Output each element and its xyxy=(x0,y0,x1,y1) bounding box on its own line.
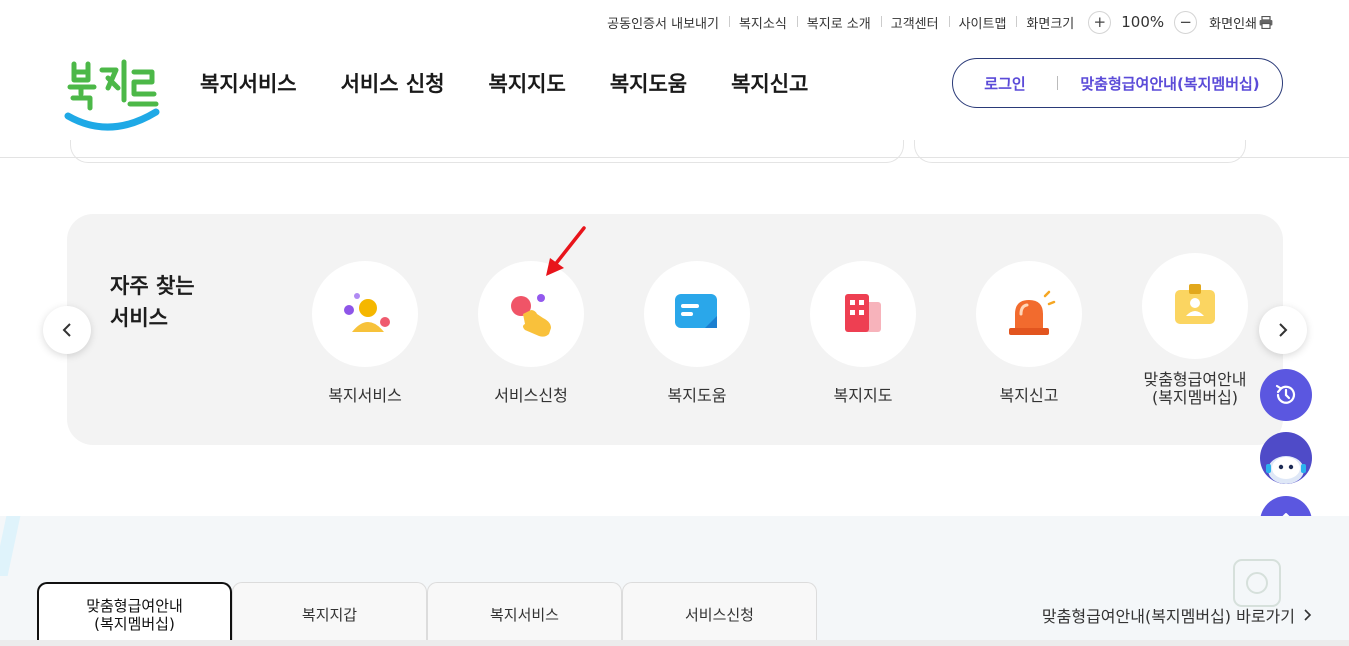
frequent-item-welfare-help[interactable]: 복지도움 xyxy=(627,261,767,405)
util-link-customer-center[interactable]: 고객센터 xyxy=(880,13,949,32)
print-label: 화면인쇄 xyxy=(1209,16,1257,32)
zoom-out-button[interactable]: − xyxy=(1174,10,1198,34)
pattern-icon xyxy=(1233,559,1281,607)
shortcut-label: 맞춤형급여안내(복지멤버십) 바로가기 xyxy=(1041,607,1295,626)
map-building-icon xyxy=(845,294,881,332)
zoom-in-button[interactable]: + xyxy=(1088,10,1112,34)
chatbot-button[interactable] xyxy=(1260,432,1312,484)
frequent-item-welfare-map[interactable]: 복지지도 xyxy=(793,261,933,405)
item-label: 복지지도 xyxy=(833,386,893,405)
search-box-edge xyxy=(70,140,904,163)
main-nav: 복지서비스 서비스 신청 복지지도 복지도움 복지신고 xyxy=(178,68,830,98)
siren-icon xyxy=(1009,290,1056,335)
carousel-next-button[interactable] xyxy=(1259,306,1307,354)
membership-shortcut-link[interactable]: 맞춤형급여안내(복지멤버십) 바로가기 xyxy=(1042,603,1313,627)
chevron-left-icon xyxy=(62,323,71,337)
zoom-value: 100% xyxy=(1121,13,1165,31)
header-divider xyxy=(0,157,1349,158)
item-label: 복지도움 xyxy=(667,386,727,405)
history-button[interactable] xyxy=(1260,369,1312,421)
annotation-arrow xyxy=(546,226,586,276)
site-logo[interactable] xyxy=(64,54,160,140)
frequent-item-welfare-service[interactable]: 복지서비스 xyxy=(295,261,435,405)
people-icon xyxy=(344,293,390,332)
util-link-cert-export[interactable]: 공동인증서 내보내기 xyxy=(597,13,729,32)
tab-wallet[interactable]: 복지지갑 xyxy=(232,582,427,646)
login-membership-box: 로그인 맞춤형급여안내(복지멤버십) xyxy=(952,58,1283,108)
item-circle xyxy=(1142,253,1248,359)
membership-tabs: 맞춤형급여안내 (복지멤버십) 복지지갑 복지서비스 서비스신청 xyxy=(37,582,817,646)
frequent-item-service-apply[interactable]: 서비스신청 xyxy=(461,261,601,405)
item-circle xyxy=(644,261,750,367)
util-link-about[interactable]: 복지로 소개 xyxy=(796,13,881,32)
item-label: 서비스신청 xyxy=(494,386,568,405)
search-box-edge-secondary xyxy=(914,140,1246,163)
id-badge-icon xyxy=(1175,284,1215,324)
nav-service-apply[interactable]: 서비스 신청 xyxy=(341,68,445,98)
nav-welfare-service[interactable]: 복지서비스 xyxy=(200,68,297,98)
chat-card-icon xyxy=(675,294,717,328)
membership-button[interactable]: 맞춤형급여안내(복지멤버십) xyxy=(1058,73,1282,94)
printer-icon xyxy=(1259,15,1273,29)
item-label: 맞춤형급여안내 (복지멤버십) xyxy=(1143,370,1247,407)
item-circle xyxy=(810,261,916,367)
tab-service-apply[interactable]: 서비스신청 xyxy=(622,582,817,646)
item-circle xyxy=(312,261,418,367)
chatbot-icon xyxy=(1266,456,1306,484)
chevron-right-icon xyxy=(1304,609,1312,621)
logo-mark xyxy=(64,59,160,131)
nav-welfare-help[interactable]: 복지도움 xyxy=(610,68,687,98)
login-button[interactable]: 로그인 xyxy=(953,73,1057,94)
print-button[interactable]: 화면인쇄 xyxy=(1209,13,1273,32)
chevron-right-icon xyxy=(1279,323,1288,337)
frequent-item-membership[interactable]: 맞춤형급여안내 (복지멤버십) xyxy=(1125,253,1265,407)
item-circle xyxy=(976,261,1082,367)
carousel-prev-button[interactable] xyxy=(43,306,91,354)
utility-bar: 공동인증서 내보내기 복지소식 복지로 소개 고객센터 사이트맵 화면크기 + … xyxy=(597,8,1273,36)
frequent-services-panel: 자주 찾는 서비스 복지서비스 서비스신청 복지도움 복지지도 복지신고 맞춤형… xyxy=(67,214,1283,445)
page: 공동인증서 내보내기 복지소식 복지로 소개 고객센터 사이트맵 화면크기 + … xyxy=(0,0,1349,646)
util-link-sitemap[interactable]: 사이트맵 xyxy=(948,13,1017,32)
tab-welfare-service[interactable]: 복지서비스 xyxy=(427,582,622,646)
frequent-item-welfare-report[interactable]: 복지신고 xyxy=(959,261,1099,405)
hand-tap-icon xyxy=(511,294,551,337)
item-label: 복지서비스 xyxy=(328,386,402,405)
nav-welfare-map[interactable]: 복지지도 xyxy=(489,68,566,98)
history-icon xyxy=(1275,384,1296,404)
frequent-services-title: 자주 찾는 서비스 xyxy=(110,274,195,330)
util-link-news[interactable]: 복지소식 xyxy=(728,13,797,32)
util-label-screen-size: 화면크기 xyxy=(1016,13,1084,32)
nav-welfare-report[interactable]: 복지신고 xyxy=(731,68,808,98)
item-label: 복지신고 xyxy=(999,386,1059,405)
tab-membership[interactable]: 맞춤형급여안내 (복지멤버십) xyxy=(37,582,232,646)
horizontal-scrollbar[interactable] xyxy=(0,640,1349,646)
